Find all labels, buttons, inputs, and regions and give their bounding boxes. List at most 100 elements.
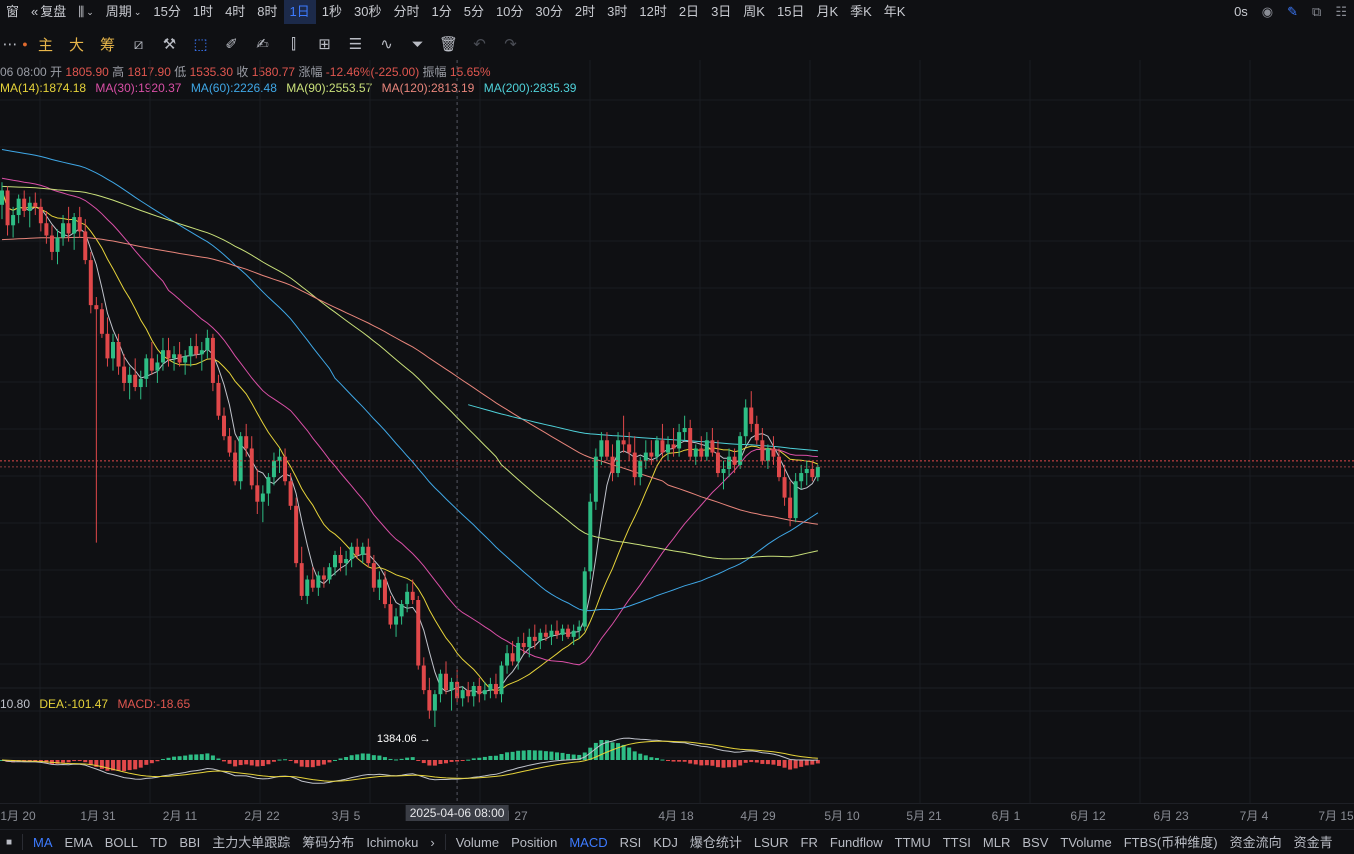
period-30秒[interactable]: 30秒 (348, 0, 387, 24)
draw-pen-icon[interactable]: ✎ (1280, 0, 1305, 24)
sub-indicator-7[interactable]: FR (795, 830, 824, 854)
candle-body (421, 665, 426, 691)
main-chart-toggle[interactable]: 主 (30, 34, 61, 55)
sub-indicator-5[interactable]: 爆仓统计 (684, 830, 748, 854)
sub-indicator-2[interactable]: MACD (563, 830, 613, 854)
measure-icon[interactable]: ⊞ (309, 30, 340, 58)
replay-button[interactable]: «复盘 (25, 0, 72, 24)
redo-icon[interactable]: ↷ (495, 30, 526, 58)
macd-bar (754, 760, 759, 763)
period-8时[interactable]: 8时 (251, 0, 283, 24)
main-indicator-0[interactable]: MA (27, 830, 59, 854)
sub-indicator-0[interactable]: Volume (450, 830, 505, 854)
period-1分[interactable]: 1分 (425, 0, 457, 24)
period-分时[interactable]: 分时 (387, 0, 425, 24)
period-10分[interactable]: 10分 (490, 0, 529, 24)
settings-icon[interactable]: ☷ (1328, 0, 1354, 24)
tools-icon[interactable]: ⚒ (154, 30, 185, 58)
candle-body (810, 468, 815, 478)
period-年K[interactable]: 年K (878, 0, 912, 24)
macd-bar (288, 760, 293, 761)
period-2日[interactable]: 2日 (673, 0, 705, 24)
undo-icon[interactable]: ↶ (464, 30, 495, 58)
time-tick: 1月 20 (0, 809, 36, 823)
sub-indicator-9[interactable]: TTMU (889, 830, 937, 854)
macd-bar (382, 757, 387, 760)
main-indicator-2[interactable]: BOLL (99, 830, 144, 854)
time-tick: 5月 21 (906, 809, 942, 823)
period-月K[interactable]: 月K (810, 0, 844, 24)
candle-body (138, 378, 143, 388)
candle-body (771, 448, 776, 457)
chart-style-button[interactable]: ⫼ ⌄ (72, 0, 100, 24)
indicator-menu-icon[interactable]: ■ (0, 830, 18, 854)
candle-body (621, 440, 626, 445)
macd-bar (649, 757, 654, 760)
pattern-icon[interactable]: ⫿ (278, 30, 309, 58)
trash-icon[interactable]: 🗑 (433, 30, 464, 58)
macd-bar (432, 760, 437, 766)
candle-body (144, 358, 149, 379)
period-15分[interactable]: 15分 (147, 0, 186, 24)
candle-body (482, 690, 487, 695)
sub-indicator-13[interactable]: TVolume (1054, 830, 1117, 854)
macd-bar (421, 760, 426, 764)
period-1秒[interactable]: 1秒 (316, 0, 348, 24)
sub-indicator-16[interactable]: 资金青 (1288, 830, 1339, 854)
more-options-icon[interactable]: ⋯ (0, 30, 20, 58)
main-indicator-3[interactable]: TD (144, 830, 173, 854)
note-icon[interactable]: ☰ (340, 30, 371, 58)
more-indicators-icon[interactable]: › (424, 830, 440, 854)
sub-indicator-12[interactable]: BSV (1016, 830, 1054, 854)
sub-indicator-1[interactable]: Position (505, 830, 563, 854)
sub-indicator-14[interactable]: FTBS(币种维度) (1118, 830, 1224, 854)
period-1日[interactable]: 1日 (283, 0, 316, 24)
period-周K[interactable]: 周K (737, 0, 771, 24)
chip-toggle[interactable]: 筹 (92, 34, 123, 55)
macd-bar (194, 754, 199, 760)
period-2时[interactable]: 2时 (569, 0, 601, 24)
period-3时[interactable]: 3时 (601, 0, 633, 24)
magnet-icon[interactable]: ∿ (371, 30, 402, 58)
candle-body (16, 198, 21, 216)
big-order-toggle[interactable]: 大 (61, 34, 92, 55)
period-3日[interactable]: 3日 (705, 0, 737, 24)
candle-body (210, 337, 215, 383)
sub-indicator-8[interactable]: Fundflow (824, 830, 889, 854)
fullscreen-icon[interactable]: ⧉ (1305, 0, 1328, 24)
macd-bar (133, 760, 138, 770)
main-indicator-1[interactable]: EMA (59, 830, 99, 854)
sub-indicator-11[interactable]: MLR (977, 830, 1016, 854)
sub-indicator-10[interactable]: TTSI (937, 830, 977, 854)
candle-body (83, 231, 88, 261)
filter-icon[interactable]: ⏷ (402, 30, 433, 58)
ruler-icon[interactable]: ✐ (216, 30, 247, 58)
period-dropdown[interactable]: 周期 ⌄ (100, 0, 148, 24)
candlestick-chart[interactable] (0, 60, 1354, 803)
period-12时[interactable]: 12时 (633, 0, 672, 24)
brush-icon[interactable]: ✍ (247, 30, 278, 58)
period-30分[interactable]: 30分 (529, 0, 568, 24)
period-15日[interactable]: 15日 (771, 0, 810, 24)
main-indicator-7[interactable]: Ichimoku (360, 830, 424, 854)
period-4时[interactable]: 4时 (219, 0, 251, 24)
main-indicator-5[interactable]: 主力大单跟踪 (206, 830, 296, 854)
cursor-icon[interactable]: ⬚ (185, 30, 216, 58)
main-indicator-6[interactable]: 筹码分布 (296, 830, 360, 854)
sub-indicator-4[interactable]: KDJ (647, 830, 684, 854)
main-indicator-4[interactable]: BBI (173, 830, 206, 854)
period-5分[interactable]: 5分 (458, 0, 490, 24)
macd-bar (371, 755, 376, 760)
compare-icon[interactable]: ⧄ (123, 30, 154, 58)
sub-indicator-6[interactable]: LSUR (748, 830, 795, 854)
sub-indicator-3[interactable]: RSI (614, 830, 648, 854)
macd-bar (455, 760, 460, 762)
candle-body (344, 559, 349, 564)
camera-icon[interactable]: ◉ (1255, 0, 1280, 24)
time-axis[interactable]: 1月 201月 312月 112月 223月 53月 163月 274月 184… (0, 803, 1354, 825)
period-季K[interactable]: 季K (844, 0, 878, 24)
period-1时[interactable]: 1时 (187, 0, 219, 24)
window-button[interactable]: 窗 (0, 0, 25, 24)
candle-body (477, 686, 482, 695)
sub-indicator-15[interactable]: 资金流向 (1224, 830, 1288, 854)
